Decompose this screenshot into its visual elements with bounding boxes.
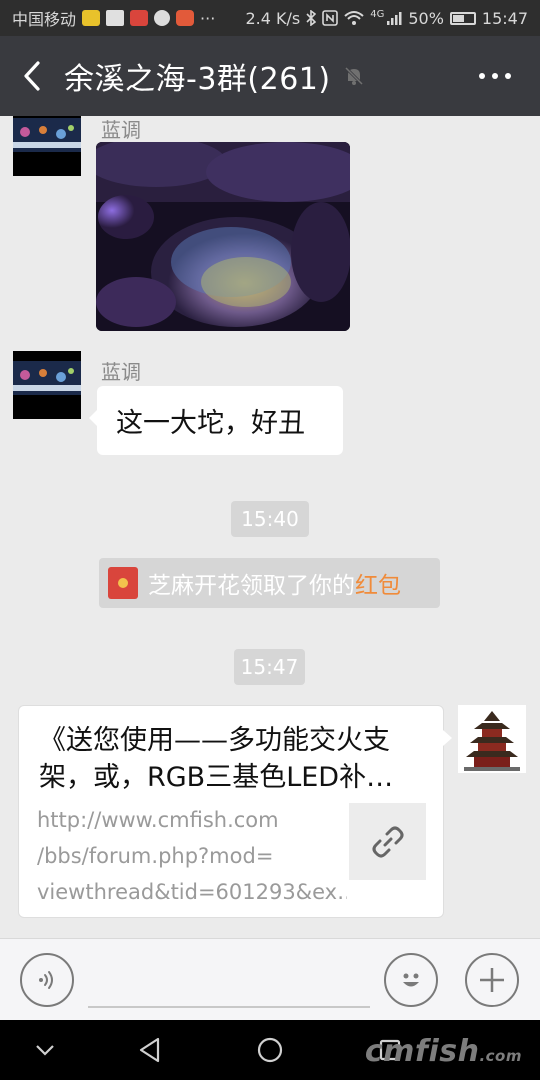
- mail-icon: [106, 10, 125, 26]
- timestamp: 15:40: [231, 501, 309, 537]
- link-url: http://www.cmfish.com /bbs/forum.php?mod…: [37, 808, 347, 904]
- nav-back-button[interactable]: [134, 1034, 166, 1066]
- app-notification-icon: [130, 10, 149, 26]
- carrier-label: 中国移动: [12, 10, 77, 29]
- nav-hide-button[interactable]: [28, 1036, 62, 1064]
- emoji-button[interactable]: [384, 953, 438, 1007]
- system-navigation-bar: cmfish.com: [0, 1020, 540, 1080]
- voice-icon: [39, 971, 53, 989]
- notification-mail-icon: [82, 10, 101, 26]
- my-avatar[interactable]: [458, 705, 526, 773]
- message-input[interactable]: [88, 1006, 370, 1008]
- avatar[interactable]: [13, 116, 81, 176]
- more-functions-button[interactable]: [465, 953, 519, 1007]
- bell-off-icon: [343, 65, 365, 87]
- notice-text: 芝麻开花领取了你的: [148, 573, 355, 599]
- wifi-icon: [344, 11, 364, 25]
- sender-name: 蓝调: [101, 118, 141, 142]
- more-notifications: ···: [200, 8, 216, 28]
- home-circle-icon: [257, 1037, 283, 1063]
- app-notification-icon: [176, 10, 195, 26]
- link-share-card[interactable]: 《送您使用——多功能交火支 架，或，RGB三基色LED补… http://www…: [18, 705, 452, 918]
- system-notice: 芝麻开花领取了你的 红包: [99, 558, 440, 608]
- plus-icon: [480, 968, 504, 992]
- more-button[interactable]: [450, 36, 540, 116]
- timestamp: 15:47: [234, 649, 305, 685]
- chevron-down-icon: [36, 1045, 54, 1056]
- message-icon: [154, 10, 171, 26]
- voice-button[interactable]: [20, 953, 74, 1007]
- nfc-icon: [322, 10, 339, 26]
- more-icon: [479, 73, 485, 79]
- status-bar: 中国移动 ··· 2.4 K/s 4G 50% 15:47: [0, 0, 540, 36]
- red-packet-icon: [108, 567, 138, 599]
- nav-home-button[interactable]: [254, 1034, 286, 1066]
- watermark: cmfish.com: [364, 1034, 522, 1069]
- chat-header: 余溪之海-3群(261): [0, 36, 540, 116]
- avatar[interactable]: [13, 351, 81, 419]
- battery-percent: 50%: [408, 8, 444, 28]
- network-type: 4G: [370, 8, 385, 20]
- link-title: 《送您使用——多功能交火支 架，或，RGB三基色LED补…: [39, 725, 394, 793]
- message-list[interactable]: 蓝调 蓝调 这一大坨，好丑 15:40 芝麻开花领取了你的 红包 15:47 《…: [0, 116, 540, 938]
- wechat-chat-screen: 中国移动 ··· 2.4 K/s 4G 50% 15:47 余溪之海-3群(26…: [0, 0, 540, 1080]
- battery-icon: [449, 11, 476, 25]
- text-message-bubble[interactable]: 这一大坨，好丑: [89, 386, 343, 455]
- message-text: 这一大坨，好丑: [116, 408, 305, 439]
- network-speed: 2.4 K/s: [245, 8, 301, 28]
- link-icon: [372, 826, 403, 857]
- chevron-left-icon: [24, 61, 40, 91]
- red-packet-link[interactable]: 红包: [355, 566, 401, 600]
- back-button[interactable]: [0, 36, 64, 116]
- emoji-icon: [403, 973, 419, 987]
- back-triangle-icon: [139, 1037, 160, 1063]
- clock: 15:47: [481, 8, 528, 28]
- image-message[interactable]: [96, 142, 350, 331]
- bluetooth-icon: [306, 10, 317, 26]
- input-bar: [0, 938, 540, 1020]
- signal-icon: [387, 12, 402, 25]
- sender-name: 蓝调: [101, 360, 141, 384]
- link-thumbnail: [349, 803, 426, 880]
- chat-title: 余溪之海-3群(261): [64, 62, 331, 97]
